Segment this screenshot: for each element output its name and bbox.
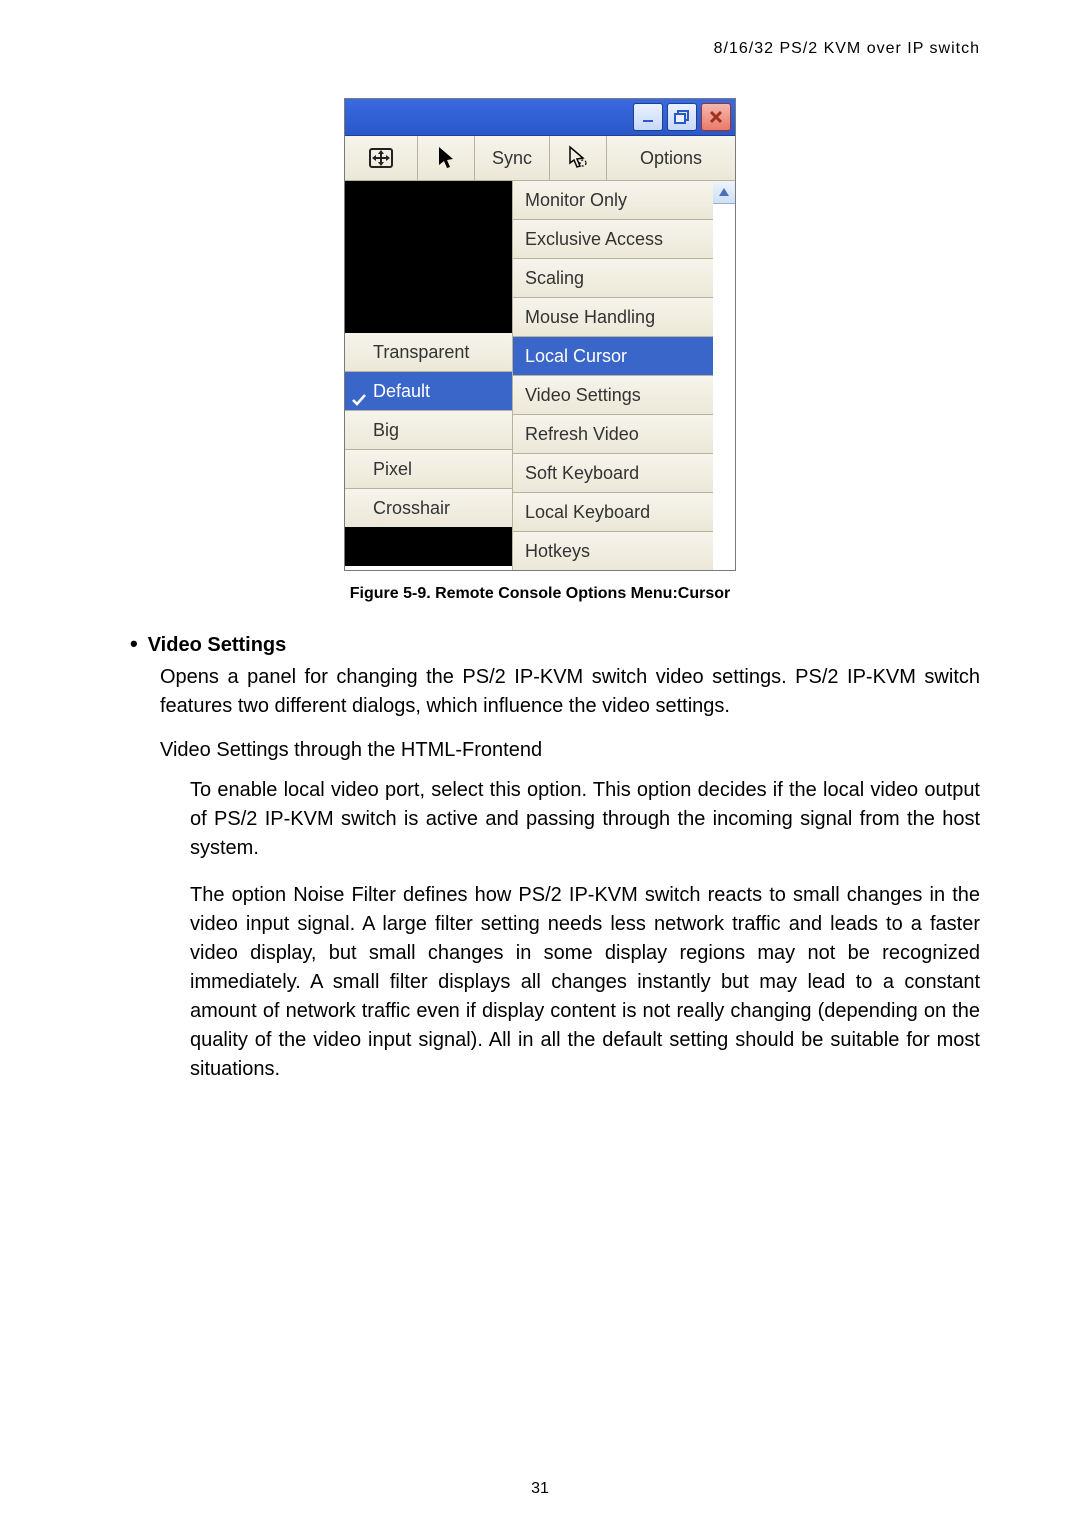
document-page: 8/16/32 PS/2 KVM over IP switch: [0, 0, 1080, 1528]
move-tool-button[interactable]: [345, 136, 418, 180]
options-button[interactable]: Options: [607, 136, 735, 180]
move-icon: [367, 146, 395, 170]
restore-button[interactable]: [667, 103, 697, 131]
hand-cursor-icon: [566, 145, 590, 171]
cursor-crosshair-item[interactable]: Crosshair: [345, 488, 512, 527]
options-hotkeys-item[interactable]: Hotkeys: [513, 531, 713, 570]
video-settings-section: • Video Settings Opens a panel for chang…: [100, 633, 980, 1084]
sync-button[interactable]: Sync: [475, 136, 550, 180]
page-number: 31: [0, 1480, 1080, 1498]
cursor-default-label: Default: [373, 381, 430, 401]
menu-body: Transparent Default Big Pixel Crosshair: [345, 181, 735, 570]
page-header: 8/16/32 PS/2 KVM over IP switch: [100, 40, 980, 58]
check-icon: [351, 383, 367, 410]
window-titlebar: [345, 99, 735, 136]
cursor-big-item[interactable]: Big: [345, 410, 512, 449]
arrow-cursor-icon: [435, 145, 457, 171]
subsection-heading: Video Settings through the HTML-Frontend: [160, 739, 980, 762]
options-local-keyboard-item[interactable]: Local Keyboard: [513, 492, 713, 531]
options-mouse-handling-item[interactable]: Mouse Handling: [513, 297, 713, 336]
cursor-default-item[interactable]: Default: [345, 371, 512, 410]
bullet-icon: •: [130, 633, 138, 655]
scroll-up-button[interactable]: [712, 181, 735, 204]
options-refresh-video-item[interactable]: Refresh Video: [513, 414, 713, 453]
remote-console-window: Sync Options Transparent: [344, 98, 736, 571]
close-button[interactable]: [701, 103, 731, 131]
options-soft-keyboard-item[interactable]: Soft Keyboard: [513, 453, 713, 492]
options-exclusive-access-item[interactable]: Exclusive Access: [513, 219, 713, 258]
section-title: Video Settings: [148, 634, 287, 657]
section-intro: Opens a panel for changing the PS/2 IP-K…: [160, 663, 980, 721]
options-menu: Monitor Only Exclusive Access Scaling Mo…: [512, 181, 735, 570]
paragraph-noise-filter: The option Noise Filter defines how PS/2…: [190, 881, 980, 1084]
toolbar: Sync Options: [345, 136, 735, 181]
remote-video-area-bottom: [345, 527, 512, 566]
cursor-submenu: Transparent Default Big Pixel Crosshair: [345, 181, 512, 570]
options-local-cursor-item[interactable]: Local Cursor: [513, 336, 713, 375]
local-cursor-label: Local Cursor: [525, 346, 627, 366]
options-label: Options: [640, 148, 702, 169]
cursor1-button[interactable]: [418, 136, 475, 180]
sync-label: Sync: [492, 148, 532, 169]
cursor-transparent-item[interactable]: Transparent: [345, 333, 512, 371]
cursor2-button[interactable]: [550, 136, 607, 180]
figure-caption: Figure 5-9. Remote Console Options Menu:…: [100, 585, 980, 603]
options-scaling-item[interactable]: Scaling: [513, 258, 713, 297]
options-video-settings-item[interactable]: Video Settings: [513, 375, 713, 414]
minimize-button[interactable]: [633, 103, 663, 131]
remote-video-area-top: [345, 181, 512, 333]
paragraph-local-video-port: To enable local video port, select this …: [190, 776, 980, 863]
chevron-up-icon: [718, 186, 730, 198]
cursor-pixel-item[interactable]: Pixel: [345, 449, 512, 488]
options-monitor-only-item[interactable]: Monitor Only: [513, 181, 713, 219]
